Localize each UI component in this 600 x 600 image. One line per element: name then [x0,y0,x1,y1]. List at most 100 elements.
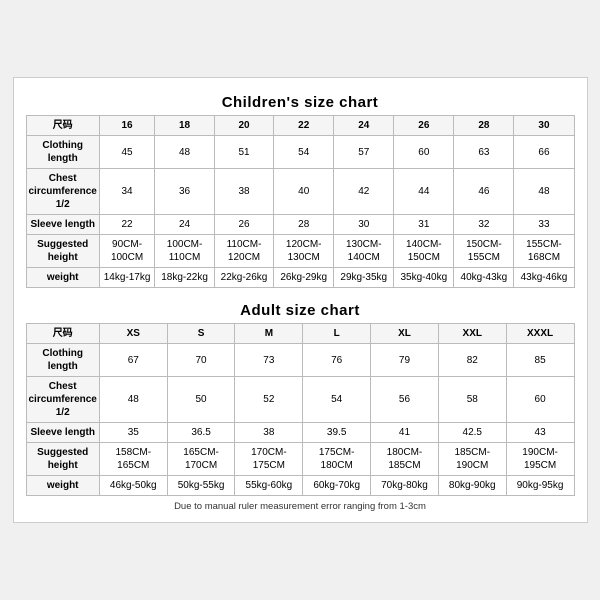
adult-header-cell: XXL [438,324,506,344]
cell-value: 34 [99,169,154,215]
cell-value: 85 [506,344,574,377]
row-label: weight [26,268,99,288]
note: Due to manual ruler measurement error ra… [26,501,575,512]
table-row: Sleeve length3536.53839.54142.543 [26,423,574,443]
children-header-cell: 26 [394,116,454,136]
cell-value: 66 [514,136,574,169]
cell-value: 170CM-175CM [235,443,303,476]
table-row: Sleeve length2224262830313233 [26,215,574,235]
cell-value: 165CM-170CM [167,443,235,476]
cell-value: 36 [155,169,215,215]
cell-value: 24 [155,215,215,235]
cell-value: 54 [274,136,334,169]
table-row: Clothing length67707376798285 [26,344,574,377]
adult-title: Adult size chart [26,302,575,319]
cell-value: 50 [167,377,235,423]
table-row: weight14kg-17kg18kg-22kg22kg-26kg26kg-29… [26,268,574,288]
cell-value: 55kg-60kg [235,476,303,496]
cell-value: 48 [99,377,167,423]
cell-value: 63 [454,136,514,169]
cell-value: 43 [506,423,574,443]
cell-value: 51 [214,136,273,169]
cell-value: 54 [303,377,371,423]
adult-header-cell: L [303,324,371,344]
cell-value: 45 [99,136,154,169]
cell-value: 76 [303,344,371,377]
cell-value: 110CM-120CM [214,235,273,268]
cell-value: 67 [99,344,167,377]
cell-value: 48 [514,169,574,215]
adult-table: 尺码XSSMLXLXXLXXXL Clothing length67707376… [26,323,575,496]
cell-value: 90kg-95kg [506,476,574,496]
children-header-cell: 尺码 [26,116,99,136]
children-header-cell: 16 [99,116,154,136]
cell-value: 29kg-35kg [334,268,394,288]
cell-value: 44 [394,169,454,215]
chart-container: Children's size chart 尺码1618202224262830… [13,77,588,523]
children-title: Children's size chart [26,94,575,111]
adult-header-cell: XL [371,324,439,344]
cell-value: 26kg-29kg [274,268,334,288]
cell-value: 18kg-22kg [155,268,215,288]
cell-value: 46 [454,169,514,215]
cell-value: 43kg-46kg [514,268,574,288]
children-header-cell: 20 [214,116,273,136]
cell-value: 140CM-150CM [394,235,454,268]
children-header-cell: 30 [514,116,574,136]
row-label: Sleeve length [26,215,99,235]
cell-value: 36.5 [167,423,235,443]
row-label: Clothing length [26,344,99,377]
cell-value: 52 [235,377,303,423]
cell-value: 42.5 [438,423,506,443]
row-label: Suggested height [26,235,99,268]
cell-value: 30 [334,215,394,235]
cell-value: 40 [274,169,334,215]
cell-value: 73 [235,344,303,377]
cell-value: 60 [394,136,454,169]
children-header-cell: 18 [155,116,215,136]
cell-value: 14kg-17kg [99,268,154,288]
row-label: Sleeve length [26,423,99,443]
cell-value: 90CM-100CM [99,235,154,268]
cell-value: 46kg-50kg [99,476,167,496]
row-label: Chest circumference 1/2 [26,169,99,215]
table-row: Suggested height158CM-165CM165CM-170CM17… [26,443,574,476]
table-row: Clothing length4548515457606366 [26,136,574,169]
cell-value: 41 [371,423,439,443]
cell-value: 120CM-130CM [274,235,334,268]
adult-header-cell: S [167,324,235,344]
cell-value: 80kg-90kg [438,476,506,496]
children-header-cell: 28 [454,116,514,136]
cell-value: 158CM-165CM [99,443,167,476]
cell-value: 180CM-185CM [371,443,439,476]
table-row: Chest circumference 1/248505254565860 [26,377,574,423]
children-header-cell: 24 [334,116,394,136]
row-label: Suggested height [26,443,99,476]
cell-value: 35kg-40kg [394,268,454,288]
cell-value: 70 [167,344,235,377]
cell-value: 150CM-155CM [454,235,514,268]
cell-value: 50kg-55kg [167,476,235,496]
cell-value: 26 [214,215,273,235]
cell-value: 100CM-110CM [155,235,215,268]
cell-value: 58 [438,377,506,423]
cell-value: 38 [235,423,303,443]
row-label: Chest circumference 1/2 [26,377,99,423]
cell-value: 130CM-140CM [334,235,394,268]
adult-header-cell: XS [99,324,167,344]
cell-value: 31 [394,215,454,235]
cell-value: 155CM-168CM [514,235,574,268]
cell-value: 22 [99,215,154,235]
cell-value: 175CM-180CM [303,443,371,476]
cell-value: 82 [438,344,506,377]
cell-value: 70kg-80kg [371,476,439,496]
cell-value: 35 [99,423,167,443]
cell-value: 39.5 [303,423,371,443]
table-row: Suggested height90CM-100CM100CM-110CM110… [26,235,574,268]
adult-header-cell: XXXL [506,324,574,344]
cell-value: 38 [214,169,273,215]
cell-value: 40kg-43kg [454,268,514,288]
cell-value: 60 [506,377,574,423]
table-row: weight46kg-50kg50kg-55kg55kg-60kg60kg-70… [26,476,574,496]
adult-header-cell: 尺码 [26,324,99,344]
